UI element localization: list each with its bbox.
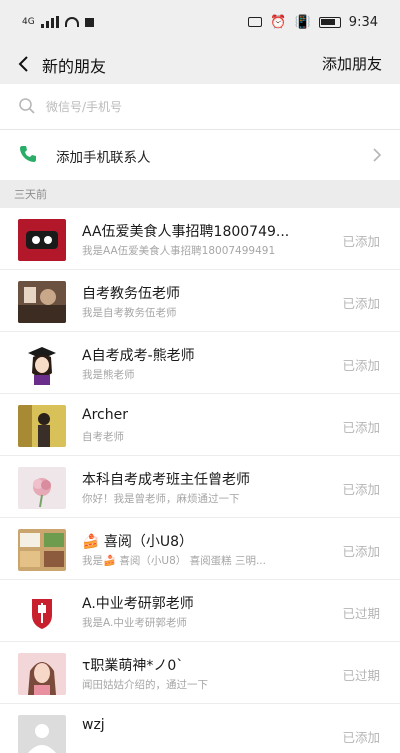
friend-message: 我是A.中业考研郭老师 <box>82 617 187 629</box>
friend-status: 已添加 <box>342 358 380 373</box>
friend-status: 已添加 <box>342 544 380 559</box>
friend-name: Archer <box>82 407 128 423</box>
friend-status: 已添加 <box>342 420 380 435</box>
red-brand-avatar <box>18 219 66 261</box>
friend-status: 已添加 <box>342 296 380 311</box>
nav-bar: 新的朋友 添加朋友 <box>0 44 400 84</box>
friend-name: 自考教务伍老师 <box>82 286 180 302</box>
flower-avatar <box>18 467 66 509</box>
friend-status: 已添加 <box>342 482 380 497</box>
friend-status: 已过期 <box>342 606 380 621</box>
friend-request-list: AA伍爱美食人事招聘1800749... 我是AA伍爱美食人事招聘1800749… <box>0 208 400 753</box>
friend-status: 已添加 <box>342 234 380 249</box>
signal-icon <box>40 16 59 28</box>
photo-avatar <box>18 281 66 323</box>
add-friend-button[interactable]: 添加朋友 <box>322 53 382 74</box>
friend-name: 🍰 喜阅（小U8） <box>82 534 194 550</box>
friend-row[interactable]: A.中业考研郭老师 我是A.中业考研郭老师 已过期 <box>0 580 400 642</box>
add-phone-contacts-label: 添加手机联系人 <box>56 150 151 166</box>
search-icon <box>19 98 35 114</box>
notification-icon <box>84 17 94 27</box>
chevron-right-icon <box>373 148 382 162</box>
friend-row[interactable]: AA伍爱美食人事招聘1800749... 我是AA伍爱美食人事招聘1800749… <box>0 208 400 270</box>
status-left: 4G <box>22 16 94 28</box>
friend-name: 本科自考成考班主任曾老师 <box>82 472 250 488</box>
friend-name: A自考成考-熊老师 <box>82 348 195 364</box>
friend-name: A.中业考研郭老师 <box>82 596 194 612</box>
friend-row[interactable]: wzj 已添加 <box>0 704 400 753</box>
friend-message: 你好！我是曾老师，麻烦通过一下 <box>82 493 240 505</box>
search-bar[interactable]: 微信号/手机号 <box>0 84 400 130</box>
friend-status: 已添加 <box>342 730 380 745</box>
friend-message: 我是🍰 喜阅（小U8） 喜阅蛋糕 三明... <box>82 555 266 567</box>
friend-row[interactable]: τ职業萌神*ノ0` 闻田姑姑介绍的，通过一下 已过期 <box>0 642 400 704</box>
section-label: 三天前 <box>14 188 47 201</box>
red-logo-avatar <box>18 591 66 633</box>
add-phone-contacts-row[interactable]: 添加手机联系人 <box>0 130 400 180</box>
graduate-cartoon-avatar <box>18 343 66 385</box>
friend-row[interactable]: Archer 自考老师 已添加 <box>0 394 400 456</box>
status-time: 9:34 <box>348 14 378 30</box>
friend-row[interactable]: 自考教务伍老师 我是自考教务伍老师 已添加 <box>0 270 400 332</box>
friend-message: 闻田姑姑介绍的，通过一下 <box>82 679 208 691</box>
hd-icon <box>248 17 263 27</box>
friend-row[interactable]: 本科自考成考班主任曾老师 你好！我是曾老师，麻烦通过一下 已添加 <box>0 456 400 518</box>
default-avatar <box>18 715 66 753</box>
friend-message: 自考老师 <box>82 431 124 443</box>
alarm-icon: ⏰ <box>270 14 287 30</box>
wifi-icon <box>64 17 79 27</box>
friend-message: 我是自考教务伍老师 <box>82 307 177 319</box>
friend-message: 我是AA伍爱美食人事招聘18007499491 <box>82 245 276 257</box>
vibrate-icon: 📳 <box>294 14 311 30</box>
status-bar: 4G ⏰ 📳 9:34 <box>0 0 400 44</box>
friend-name: AA伍爱美食人事招聘1800749... <box>82 224 290 240</box>
section-header: 三天前 <box>0 180 400 208</box>
friend-row[interactable]: 🍰 喜阅（小U8） 我是🍰 喜阅（小U8） 喜阅蛋糕 三明... 已添加 <box>0 518 400 580</box>
portrait-avatar <box>18 653 66 695</box>
food-photo-avatar <box>18 529 66 571</box>
back-arrow-icon[interactable] <box>14 54 34 74</box>
network-label: 4G <box>22 17 35 27</box>
status-right: ⏰ 📳 9:34 <box>248 15 378 30</box>
page-title: 新的朋友 <box>42 57 107 76</box>
friend-name: τ职業萌神*ノ0` <box>82 658 184 674</box>
friend-name: wzj <box>82 717 105 733</box>
photo-avatar <box>18 405 66 447</box>
friend-row[interactable]: A自考成考-熊老师 我是熊老师 已添加 <box>0 332 400 394</box>
search-input[interactable]: 微信号/手机号 <box>46 98 122 115</box>
phone-icon <box>20 146 36 162</box>
battery-icon <box>318 16 341 28</box>
friend-message: 我是熊老师 <box>82 369 135 381</box>
friend-status: 已过期 <box>342 668 380 683</box>
